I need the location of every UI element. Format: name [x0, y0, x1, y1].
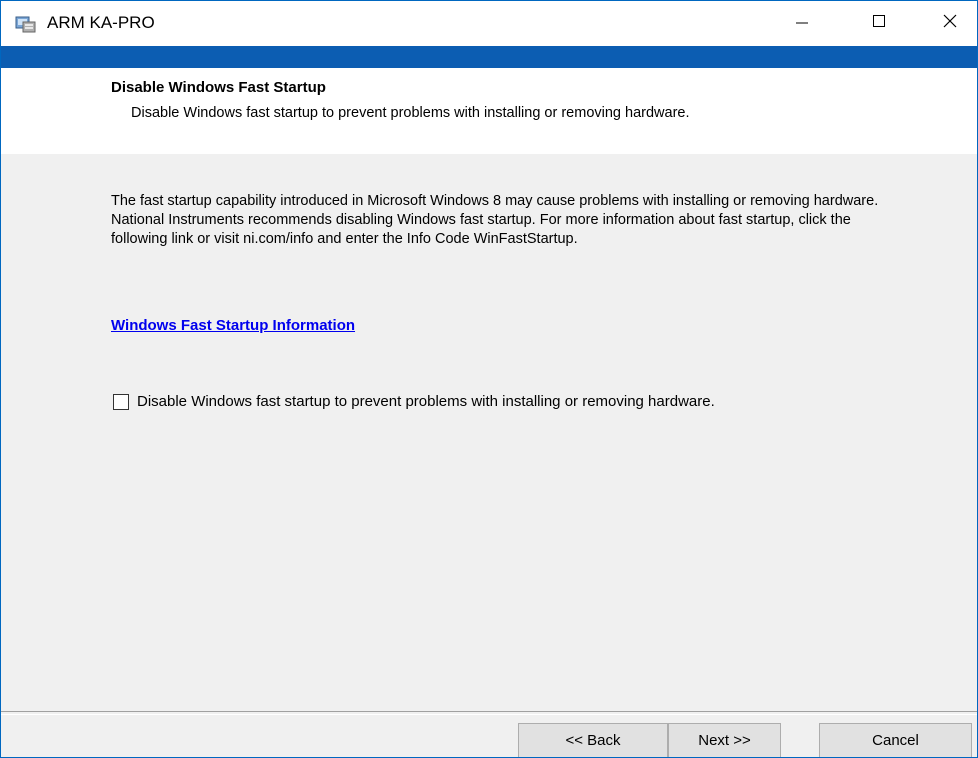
- accent-bar: [1, 46, 977, 68]
- page-header: Disable Windows Fast Startup Disable Win…: [1, 68, 977, 154]
- next-button[interactable]: Next >>: [668, 723, 781, 757]
- fast-startup-info-link[interactable]: Windows Fast Startup Information: [111, 317, 355, 334]
- disable-fast-startup-checkbox[interactable]: [113, 393, 129, 410]
- disable-fast-startup-option[interactable]: Disable Windows fast startup to prevent …: [113, 393, 715, 410]
- back-button[interactable]: << Back: [518, 723, 668, 757]
- close-button[interactable]: [921, 1, 977, 46]
- maximize-icon: [872, 14, 886, 33]
- maximize-button[interactable]: [850, 1, 907, 46]
- minimize-button[interactable]: [773, 1, 830, 46]
- title-bar[interactable]: ARM KA-PRO: [1, 1, 977, 46]
- footer-divider: [1, 711, 977, 715]
- checkbox-label: Disable Windows fast startup to prevent …: [137, 393, 715, 410]
- close-icon: [942, 13, 958, 34]
- description-text: The fast startup capability introduced i…: [111, 193, 879, 247]
- installer-app-icon: [15, 14, 37, 34]
- installer-window: ARM KA-PRO Disable Windows Fast Startup …: [0, 0, 978, 758]
- minimize-icon: [795, 14, 809, 33]
- window-title: ARM KA-PRO: [47, 13, 155, 32]
- page-subtitle: Disable Windows fast startup to prevent …: [131, 105, 690, 121]
- page-title: Disable Windows Fast Startup: [111, 79, 326, 96]
- cancel-button[interactable]: Cancel: [819, 723, 972, 757]
